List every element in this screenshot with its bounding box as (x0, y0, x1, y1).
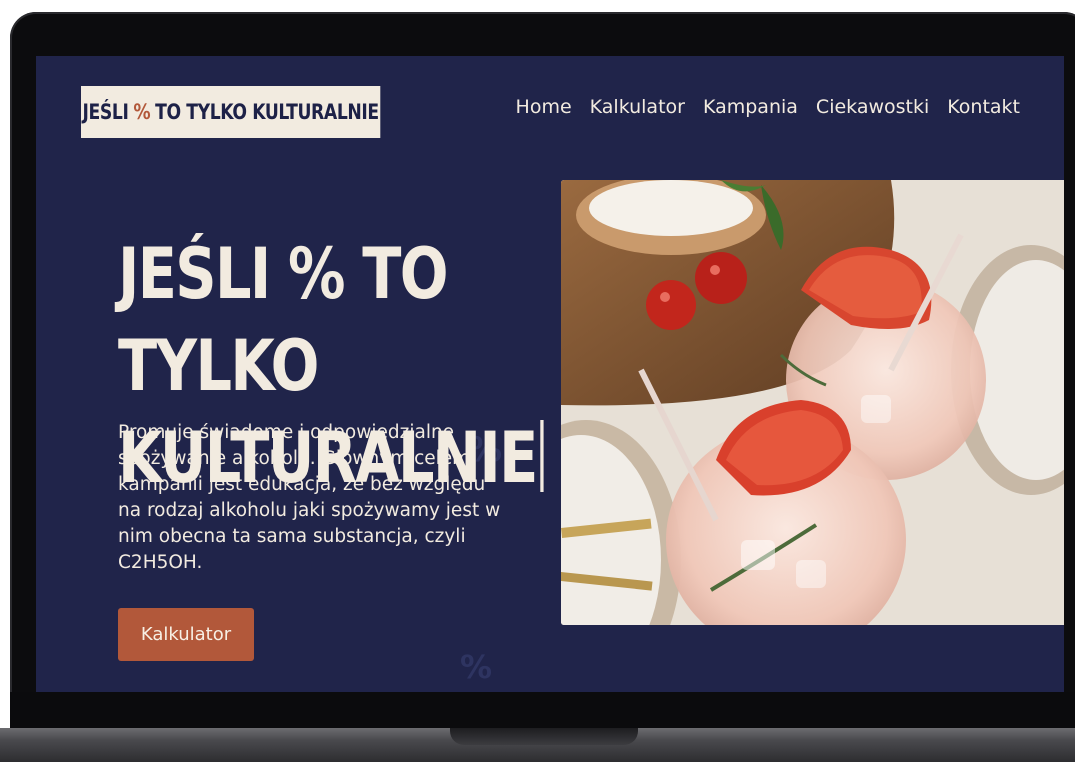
website-screen: JEŚLI % TO TYLKO KULTURALNIE Home Kalkul… (36, 56, 1064, 692)
nav-ciekawostki[interactable]: Ciekawostki (816, 96, 929, 118)
logo-text-end: TO TYLKO KULTURALNIE (155, 100, 379, 124)
logo-percent: % (133, 100, 151, 124)
hero-title-line-1: JEŚLI % TO TYLKO (118, 233, 449, 407)
hero-description: Promuje świadome i odpowiedzialne spożyw… (118, 422, 501, 573)
nav-kontakt[interactable]: Kontakt (947, 96, 1020, 118)
nav-kampania[interactable]: Kampania (703, 96, 798, 118)
nav-kalkulator[interactable]: Kalkulator (590, 96, 685, 118)
laptop-bottom-bezel (10, 692, 1075, 728)
main-nav: Home Kalkulator Kampania Ciekawostki Kon… (516, 96, 1020, 118)
text-caret (539, 420, 544, 492)
logo-text-start: JEŚLI (82, 100, 129, 124)
decor-percent: % (460, 648, 493, 686)
site-logo[interactable]: JEŚLI % TO TYLKO KULTURALNIE (81, 86, 381, 138)
drinks-photo-illustration (561, 180, 1064, 625)
laptop-notch (450, 728, 638, 745)
kalkulator-button[interactable]: Kalkulator (118, 608, 254, 661)
hero-image (561, 180, 1064, 625)
nav-home[interactable]: Home (516, 96, 572, 118)
